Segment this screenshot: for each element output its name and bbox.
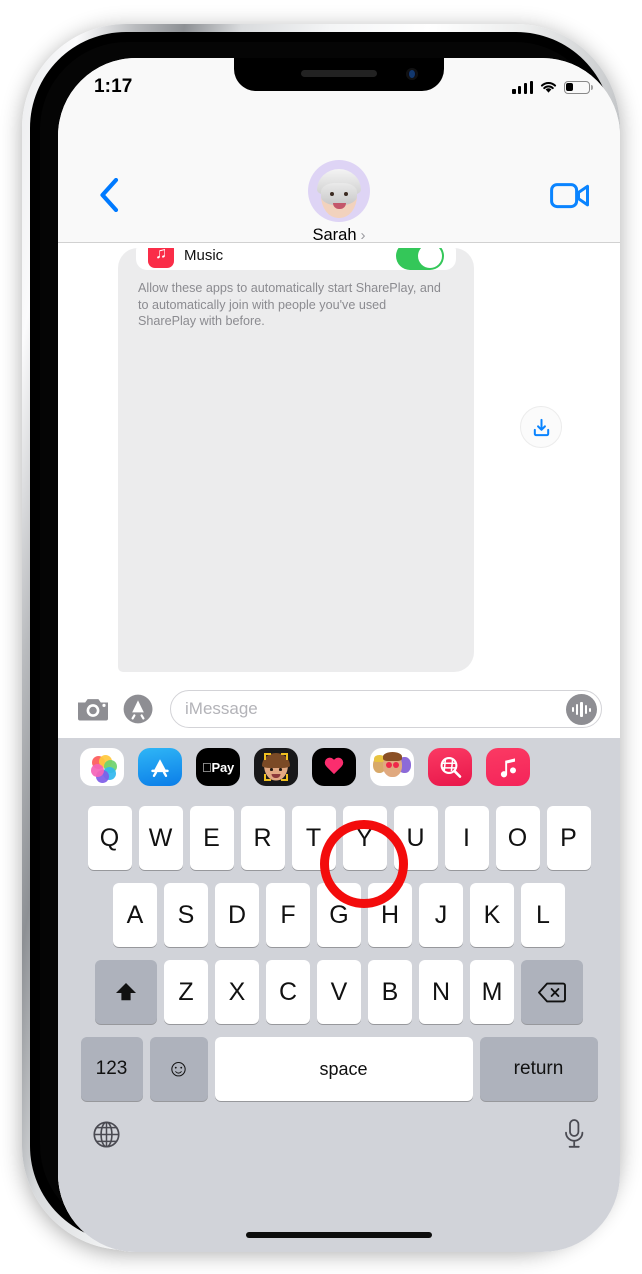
key-k[interactable]: K <box>470 883 514 947</box>
chevron-right-icon: › <box>360 227 366 244</box>
key-v[interactable]: V <box>317 960 361 1024</box>
wifi-icon <box>540 81 557 93</box>
key-j[interactable]: J <box>419 883 463 947</box>
onscreen-keyboard[interactable]: Q W E R T Y U I O P A S D F G H J K L Z … <box>58 796 620 1252</box>
return-key[interactable]: return <box>479 1037 598 1101</box>
app-icon-app-store[interactable] <box>138 748 182 786</box>
imessage-app-drawer[interactable]: Pay <box>58 738 620 796</box>
key-n[interactable]: N <box>419 960 463 1024</box>
app-icon-apple-music[interactable] <box>486 748 530 786</box>
status-bar-time: 1:17 <box>94 76 133 97</box>
dictation-button[interactable] <box>562 1118 586 1155</box>
back-button[interactable] <box>92 174 126 216</box>
keyboard-row-1: Q W E R T Y U I O P <box>58 806 620 870</box>
camera-button[interactable] <box>76 695 110 723</box>
contact-name-row: Sarah › <box>312 226 365 245</box>
key-m[interactable]: M <box>470 960 514 1024</box>
key-r[interactable]: R <box>240 806 285 870</box>
space-key[interactable]: space <box>214 1037 473 1101</box>
shift-key[interactable] <box>95 960 157 1024</box>
key-y[interactable]: Y <box>342 806 387 870</box>
key-e[interactable]: E <box>189 806 234 870</box>
battery-low-icon <box>564 80 593 94</box>
contact-button[interactable]: Sarah › <box>308 160 370 245</box>
magnifier-grid-icon <box>440 756 461 778</box>
shareplay-app-label: Music <box>184 248 224 264</box>
app-icon-memoji-stickers[interactable] <box>370 748 414 786</box>
key-w[interactable]: W <box>138 806 183 870</box>
app-store-icon <box>151 759 169 777</box>
memoji-capture-frame-icon <box>264 753 288 781</box>
app-icon-photos[interactable] <box>80 748 124 786</box>
apple-pay-label: Pay <box>202 759 234 775</box>
shift-arrow-icon <box>116 983 136 1001</box>
audio-message-button[interactable] <box>566 694 597 725</box>
contact-name: Sarah <box>312 226 357 244</box>
key-d[interactable]: D <box>215 883 259 947</box>
heart-icon <box>324 758 344 776</box>
backspace-icon <box>538 982 566 1002</box>
key-i[interactable]: I <box>444 806 489 870</box>
key-t[interactable]: T <box>291 806 336 870</box>
download-button[interactable] <box>520 406 562 448</box>
app-icon-digital-touch[interactable] <box>312 748 356 786</box>
cellular-signal-icon <box>512 80 533 94</box>
key-x[interactable]: X <box>215 960 259 1024</box>
facetime-button[interactable] <box>548 176 592 214</box>
keyboard-row-4: 123 ☺ space return <box>58 1037 620 1101</box>
keyboard-row-3: Z X C V B N M <box>58 960 620 1024</box>
key-a[interactable]: A <box>113 883 157 947</box>
numbers-key[interactable]: 123 <box>80 1037 143 1101</box>
globe-icon <box>93 1120 120 1148</box>
app-icon-images[interactable] <box>428 748 472 786</box>
app-icon-memoji[interactable] <box>254 748 298 786</box>
backspace-key[interactable] <box>521 960 583 1024</box>
emoji-key[interactable]: ☺ <box>149 1037 208 1101</box>
key-l[interactable]: L <box>521 883 565 947</box>
music-app-icon <box>148 248 174 268</box>
imessage-input[interactable]: iMessage <box>170 690 602 728</box>
app-store-button[interactable] <box>122 693 158 725</box>
key-f[interactable]: F <box>266 883 310 947</box>
video-camera-icon <box>550 182 589 208</box>
front-camera-icon <box>406 68 418 80</box>
key-g[interactable]: G <box>317 883 361 947</box>
key-b[interactable]: B <box>368 960 412 1024</box>
microphone-icon <box>565 1119 584 1148</box>
key-q[interactable]: Q <box>87 806 132 870</box>
download-icon <box>533 418 549 436</box>
screenshot-stage: 1:17 Sarah › ♫ Music Allow these apps to… <box>0 0 642 1274</box>
earpiece-speaker <box>301 70 377 77</box>
app-store-icon <box>123 694 153 724</box>
key-c[interactable]: C <box>266 960 310 1024</box>
globe-button[interactable] <box>92 1120 121 1154</box>
key-s[interactable]: S <box>164 883 208 947</box>
avatar <box>308 160 370 222</box>
phone-screen: 1:17 Sarah › ♫ Music Allow these apps to… <box>58 58 620 1252</box>
shareplay-caption: Allow these apps to automatically start … <box>138 281 441 329</box>
shareplay-app-row: Music <box>136 248 456 270</box>
key-h[interactable]: H <box>368 883 412 947</box>
key-u[interactable]: U <box>393 806 438 870</box>
message-input-bar: iMessage <box>58 680 620 738</box>
keyboard-row-2: A S D F G H J K L <box>58 883 620 947</box>
imessage-placeholder: iMessage <box>185 699 258 718</box>
app-icon-apple-pay[interactable]: Pay <box>196 748 240 786</box>
music-note-icon <box>500 758 516 778</box>
key-o[interactable]: O <box>495 806 540 870</box>
home-indicator[interactable] <box>246 1232 432 1238</box>
phone-bezel-outer: 1:17 Sarah › ♫ Music Allow these apps to… <box>30 32 620 1252</box>
notch <box>234 58 444 91</box>
attachment-bubble[interactable]: Music Allow these apps to automatically … <box>118 248 474 672</box>
chevron-left-icon <box>100 178 119 212</box>
phone-bezel: 1:17 Sarah › ♫ Music Allow these apps to… <box>40 42 620 1252</box>
audio-waveform-icon <box>572 702 591 717</box>
phone-frame: 1:17 Sarah › ♫ Music Allow these apps to… <box>22 24 620 1252</box>
status-bar-indicators <box>512 80 593 94</box>
shareplay-toggle[interactable] <box>396 248 444 270</box>
key-z[interactable]: Z <box>164 960 208 1024</box>
keyboard-bottom-bar <box>58 1114 620 1155</box>
camera-icon <box>78 699 108 721</box>
key-p[interactable]: P <box>546 806 591 870</box>
